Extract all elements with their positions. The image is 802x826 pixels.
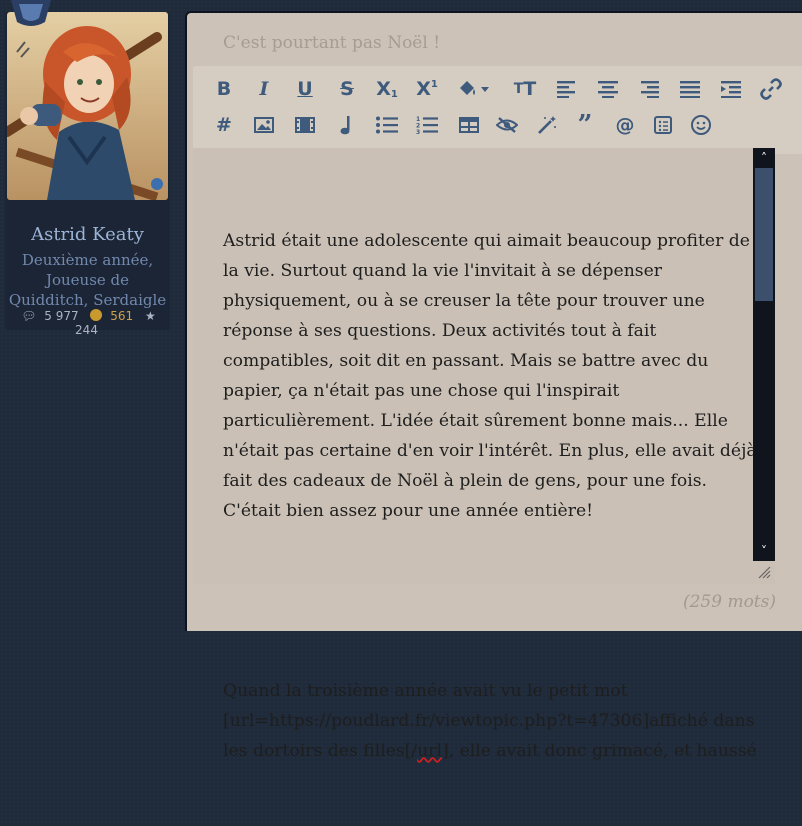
align-center-icon[interactable] — [594, 75, 622, 103]
hide-icon[interactable] — [493, 111, 521, 139]
link-icon[interactable] — [757, 75, 785, 103]
emoji-icon[interactable] — [687, 111, 715, 139]
resize-handle-icon[interactable] — [757, 565, 771, 579]
spoiler-icon[interactable] — [649, 111, 677, 139]
strikethrough-icon[interactable]: S — [333, 75, 361, 103]
paragraph: Quand la troisième année avait vu le pet… — [223, 676, 758, 766]
speech-bubble-icon: 💬︎ — [21, 309, 37, 323]
table-icon[interactable] — [455, 111, 483, 139]
coin-icon — [90, 309, 103, 321]
align-right-icon[interactable] — [635, 75, 663, 103]
author-stats: 💬︎ 5 977 561 ★ 244 — [5, 309, 170, 337]
subject-input[interactable]: C'est pourtant pas Noël ! — [223, 33, 440, 53]
video-icon[interactable] — [291, 111, 319, 139]
align-left-icon[interactable] — [553, 75, 581, 103]
indent-icon[interactable] — [717, 75, 745, 103]
author-role: Deuxième année, Joueuse de Quidditch, Se… — [5, 250, 170, 310]
italic-icon[interactable]: I — [250, 75, 278, 103]
author-profile-card: Astrid Keaty Deuxième année, Joueuse de … — [5, 0, 170, 337]
text-run: ], elle avait donc grimacé, et haussé — [441, 741, 757, 761]
textarea-scrollbar[interactable]: ˄ ˅ — [753, 148, 775, 561]
stars-count: 244 — [75, 323, 98, 337]
mention-icon[interactable]: @ — [611, 111, 639, 139]
editor-toolbar: B I U S X1 X1 TT # 1 2 3 ” @ — [193, 66, 802, 154]
justify-icon[interactable] — [676, 75, 704, 103]
scroll-up-icon[interactable]: ˄ — [753, 148, 775, 168]
subscript-icon[interactable]: X1 — [373, 75, 401, 103]
quote-icon[interactable]: ” — [571, 110, 599, 140]
role-line: Deuxième année, — [21, 251, 154, 269]
font-size-icon[interactable]: TT — [511, 75, 539, 103]
svg-text:3: 3 — [416, 129, 420, 134]
message-textarea[interactable]: Astrid était une adolescente qui aimait … — [193, 148, 775, 761]
magic-wand-icon[interactable] — [533, 111, 561, 139]
music-icon[interactable] — [333, 111, 361, 139]
message-text[interactable]: Astrid était une adolescente qui aimait … — [223, 166, 758, 826]
superscript-icon[interactable]: X1 — [413, 75, 441, 103]
scroll-thumb[interactable] — [755, 168, 773, 301]
author-name[interactable]: Astrid Keaty — [5, 224, 170, 245]
fill-color-icon[interactable] — [455, 75, 495, 103]
word-count: (259 mots) — [682, 592, 776, 612]
bullet-list-icon[interactable] — [373, 111, 401, 139]
image-icon[interactable] — [250, 111, 278, 139]
star-icon: ★ — [145, 309, 156, 323]
scroll-down-icon[interactable]: ˅ — [753, 541, 775, 561]
role-line: Quidditch, Serdaigle — [8, 291, 167, 309]
blank-line: ​ — [223, 586, 758, 616]
numbered-list-icon[interactable]: 123 — [413, 111, 441, 139]
post-editor: C'est pourtant pas Noël ! B I U S X1 X1 … — [185, 11, 802, 761]
avatar[interactable] — [7, 12, 168, 200]
posts-count: 5 977 — [44, 309, 79, 323]
hashtag-icon[interactable]: # — [210, 111, 238, 139]
posts-stat: 💬︎ 5 977 — [19, 309, 80, 323]
role-line: Joueuse de — [45, 271, 130, 289]
bold-icon[interactable]: B — [210, 75, 238, 103]
points-count: 561 — [110, 309, 134, 323]
points-stat: 561 — [88, 309, 135, 323]
house-crest-icon — [11, 0, 51, 26]
paragraph: Astrid était une adolescente qui aimait … — [223, 231, 757, 521]
spellcheck-word: url — [417, 741, 442, 761]
underline-icon[interactable]: U — [291, 75, 319, 103]
